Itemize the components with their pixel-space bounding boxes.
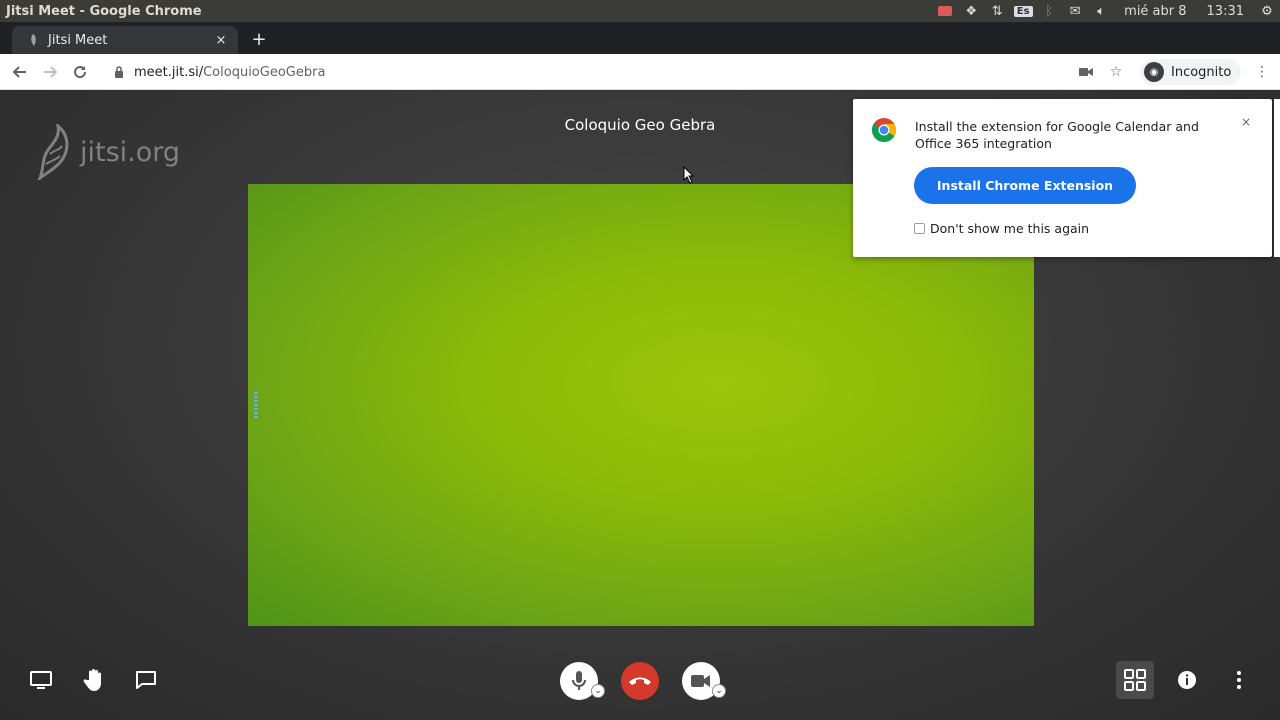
dont-show-again-option[interactable]: Don't show me this again	[914, 221, 1089, 236]
forward-arrow-icon	[44, 66, 58, 78]
tile-view-button[interactable]	[1116, 661, 1154, 699]
offscreen-panel-edge	[1274, 99, 1280, 257]
network-icon[interactable]: ⇅	[984, 0, 1010, 22]
popup-message: Install the extension for Google Calenda…	[915, 119, 1199, 151]
back-button[interactable]	[8, 60, 32, 84]
install-chrome-extension-button[interactable]: Install Chrome Extension	[914, 167, 1136, 204]
clock-label[interactable]: 13:31	[1197, 4, 1254, 19]
raise-hand-icon	[83, 669, 101, 691]
video-camera-icon	[691, 675, 710, 687]
tab-jitsi-meet[interactable]: Jitsi Meet ×	[12, 26, 238, 54]
audio-settings-chevron-icon[interactable]: ⌄	[591, 684, 605, 698]
dropbox-icon[interactable]: ❖	[958, 0, 984, 22]
hangup-phone-icon	[629, 677, 651, 685]
forward-button[interactable]	[38, 60, 62, 84]
chrome-logo-icon	[871, 118, 897, 143]
date-label[interactable]: mié abr 8	[1114, 4, 1196, 19]
power-gear-icon[interactable]: ⚙	[1254, 0, 1280, 22]
incognito-icon: ◉	[1144, 62, 1164, 82]
screen-share-icon	[30, 671, 52, 689]
incognito-badge[interactable]: ◉ Incognito	[1140, 59, 1242, 85]
tile-grid-icon	[1124, 669, 1146, 691]
reload-button[interactable]	[68, 60, 92, 84]
camera-in-use-icon[interactable]	[1076, 62, 1096, 82]
mouse-cursor-icon	[683, 166, 695, 184]
raise-hand-button[interactable]	[77, 663, 111, 697]
watermark-text: jitsi.org	[80, 136, 181, 168]
jitsi-favicon-icon	[26, 33, 40, 47]
extension-install-popup: Install the extension for Google Calenda…	[853, 99, 1272, 257]
dont-show-checkbox[interactable]	[914, 223, 925, 234]
video-settings-chevron-icon[interactable]: ⌄	[712, 684, 726, 698]
bluetooth-icon[interactable]: ᛒ	[1036, 0, 1062, 22]
keyboard-layout-icon[interactable]: Es	[1010, 0, 1036, 22]
window-title: Jitsi Meet - Google Chrome	[6, 3, 202, 19]
tab-close-icon[interactable]: ×	[212, 31, 230, 49]
mail-icon[interactable]: ✉	[1062, 0, 1088, 22]
reload-icon	[74, 66, 87, 79]
incognito-label: Incognito	[1171, 64, 1232, 80]
tab-strip: Jitsi Meet × +	[0, 22, 1280, 54]
address-bar[interactable]: meet.jit.si/ColoquioGeoGebra	[102, 58, 1132, 86]
back-arrow-icon	[12, 66, 26, 78]
lock-icon[interactable]	[114, 66, 126, 78]
screen-share-button[interactable]	[24, 663, 58, 697]
audio-level-indicator	[254, 392, 258, 420]
info-icon	[1178, 671, 1196, 689]
url-host: meet.jit.si/	[134, 64, 204, 80]
info-button[interactable]	[1170, 663, 1204, 697]
chat-icon	[136, 671, 156, 689]
microphone-icon	[572, 671, 586, 690]
os-top-panel: Jitsi Meet - Google Chrome ❖ ⇅ Es ᛒ ✉ 🔈︎…	[0, 0, 1280, 22]
hangup-button[interactable]	[621, 662, 659, 700]
dont-show-label: Don't show me this again	[930, 221, 1090, 236]
chrome-menu-icon[interactable]: ⋮	[1254, 62, 1270, 82]
url-path: ColoquioGeoGebra	[203, 64, 326, 80]
bookmark-star-icon[interactable]: ☆	[1106, 62, 1126, 82]
record-icon[interactable]	[932, 0, 958, 22]
more-vertical-icon	[1237, 671, 1241, 689]
volume-icon[interactable]: 🔈︎	[1088, 0, 1114, 22]
new-tab-button[interactable]: +	[248, 28, 270, 50]
chat-button[interactable]	[129, 663, 163, 697]
tab-title: Jitsi Meet	[48, 32, 108, 48]
system-tray: ❖ ⇅ Es ᛒ ✉ 🔈︎ mié abr 8 13:31 ⚙	[932, 0, 1280, 22]
popup-close-icon[interactable]: ×	[1238, 114, 1254, 130]
browser-toolbar: meet.jit.si/ColoquioGeoGebra ☆ ◉ Incogni…	[0, 54, 1280, 90]
more-options-button[interactable]	[1222, 663, 1256, 697]
